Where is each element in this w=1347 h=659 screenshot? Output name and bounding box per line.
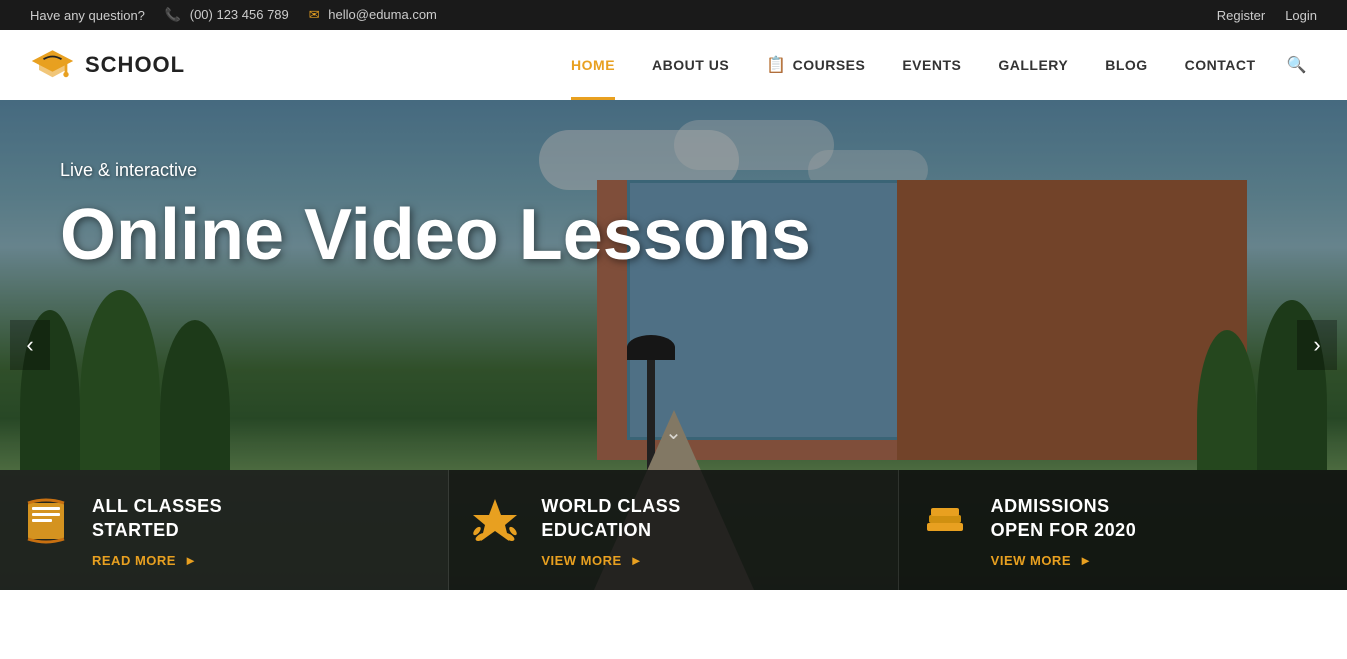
nav-item-blog[interactable]: BLOG: [1089, 30, 1163, 100]
scroll-indicator: ⌄: [665, 420, 682, 445]
top-bar-left: Have any question? 📞 (00) 123 456 789 ✉ …: [30, 7, 437, 23]
hero-card-education: WORLD CLASSEDUCATION VIEW MORE ►: [449, 470, 898, 590]
card-title-education: WORLD CLASSEDUCATION: [541, 495, 681, 542]
courses-book-icon: 📋: [766, 55, 786, 75]
top-bar: Have any question? 📞 (00) 123 456 789 ✉ …: [0, 0, 1347, 30]
top-bar-right: Register Login: [1217, 8, 1317, 23]
register-link[interactable]: Register: [1217, 8, 1265, 23]
header: SCHOOL HOME ABOUT US 📋 COURSES EVENTS GA…: [0, 30, 1347, 100]
nav-item-home[interactable]: HOME: [555, 30, 631, 100]
hero-card-admissions: ADMISSIONSOPEN FOR 2020 VIEW MORE ►: [899, 470, 1347, 590]
hero-next-button[interactable]: ›: [1297, 320, 1337, 370]
card-content-admissions: ADMISSIONSOPEN FOR 2020 VIEW MORE ►: [991, 495, 1137, 570]
card-content-classes: ALL CLASSESSTARTED READ MORE ►: [92, 495, 222, 570]
card-link-arrow-1: ►: [184, 553, 197, 568]
card-icon-books: [919, 495, 971, 554]
email-contact: ✉ hello@eduma.com: [309, 7, 437, 23]
card-link-arrow-2: ►: [630, 553, 643, 568]
card-title-admissions: ADMISSIONSOPEN FOR 2020: [991, 495, 1137, 542]
card-content-education: WORLD CLASSEDUCATION VIEW MORE ►: [541, 495, 681, 570]
card-title-classes: ALL CLASSESSTARTED: [92, 495, 222, 542]
login-link[interactable]: Login: [1285, 8, 1317, 23]
logo[interactable]: SCHOOL: [30, 43, 185, 88]
nav-item-about[interactable]: ABOUT US: [636, 30, 745, 100]
card-link-arrow-3: ►: [1079, 553, 1092, 568]
hero-subtitle: Live & interactive: [60, 160, 811, 181]
question-text: Have any question?: [30, 8, 145, 23]
nav-item-courses[interactable]: 📋 COURSES: [750, 30, 881, 100]
card-link-admissions[interactable]: VIEW MORE ►: [991, 553, 1093, 568]
hero-card-classes: ALL CLASSESSTARTED READ MORE ►: [0, 470, 449, 590]
hero-title: Online Video Lessons: [60, 196, 811, 275]
search-button[interactable]: 🔍: [1277, 30, 1317, 100]
phone-icon: 📞: [165, 7, 181, 22]
phone-contact: 📞 (00) 123 456 789: [165, 7, 289, 23]
nav-item-gallery[interactable]: GALLERY: [982, 30, 1084, 100]
nav-item-contact[interactable]: CONTACT: [1169, 30, 1272, 100]
logo-icon: [30, 43, 75, 88]
logo-text: SCHOOL: [85, 52, 185, 78]
card-icon-book: [20, 495, 72, 554]
hero-section: Live & interactive Online Video Lessons …: [0, 100, 1347, 590]
email-address: hello@eduma.com: [328, 7, 437, 22]
card-link-classes[interactable]: READ MORE ►: [92, 553, 197, 568]
card-icon-star: [469, 495, 521, 554]
hero-content: Live & interactive Online Video Lessons: [60, 160, 811, 275]
hero-prev-button[interactable]: ‹: [10, 320, 50, 370]
mail-icon: ✉: [309, 7, 320, 22]
nav-item-events[interactable]: EVENTS: [886, 30, 977, 100]
phone-number: (00) 123 456 789: [190, 7, 289, 22]
card-link-education[interactable]: VIEW MORE ►: [541, 553, 643, 568]
main-nav: HOME ABOUT US 📋 COURSES EVENTS GALLERY B…: [555, 30, 1317, 100]
hero-cards: ALL CLASSESSTARTED READ MORE ►: [0, 470, 1347, 590]
